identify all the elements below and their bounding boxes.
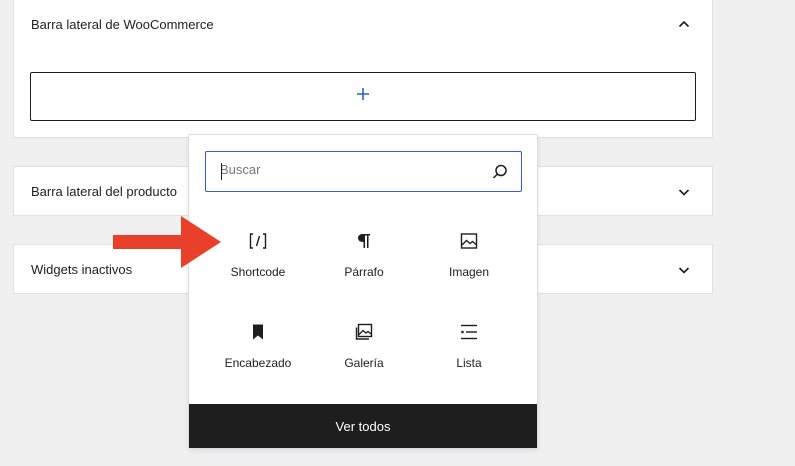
block-label: Galería — [344, 356, 384, 370]
list-icon — [459, 322, 479, 342]
search-icon[interactable] — [491, 163, 509, 181]
block-label: Lista — [456, 356, 482, 370]
gallery-icon — [354, 322, 374, 342]
block-heading[interactable]: Encabezado — [203, 322, 313, 402]
chevron-down-icon[interactable] — [676, 184, 692, 200]
block-label: Encabezado — [224, 356, 292, 370]
add-block-button[interactable] — [30, 72, 696, 121]
bookmark-icon — [248, 322, 268, 342]
chevron-down-icon[interactable] — [676, 262, 692, 278]
widget-area-title[interactable]: Barra lateral de WooCommerce — [31, 17, 214, 32]
block-image[interactable]: Imagen — [414, 231, 524, 311]
block-list[interactable]: Lista — [414, 322, 524, 402]
chevron-up-icon[interactable] — [676, 16, 692, 32]
plus-icon — [355, 86, 371, 107]
widget-area-woocommerce: Barra lateral de WooCommerce — [13, 0, 713, 138]
search-box[interactable] — [205, 151, 522, 192]
block-label: Párrafo — [344, 265, 384, 279]
widget-area-title[interactable]: Barra lateral del producto — [31, 184, 177, 199]
block-paragraph[interactable]: Párrafo — [309, 231, 419, 311]
text-caret — [221, 163, 222, 180]
block-gallery[interactable]: Galería — [309, 322, 419, 402]
image-icon — [459, 231, 479, 251]
view-all-button[interactable]: Ver todos — [189, 404, 537, 448]
shortcode-icon — [248, 231, 268, 251]
search-input[interactable] — [220, 162, 480, 177]
block-inserter-popover: Shortcode Párrafo Imagen Encabezado Gale… — [188, 134, 538, 449]
paragraph-icon — [354, 231, 374, 251]
arrow-right-icon — [113, 214, 223, 270]
block-label: Imagen — [448, 265, 490, 279]
